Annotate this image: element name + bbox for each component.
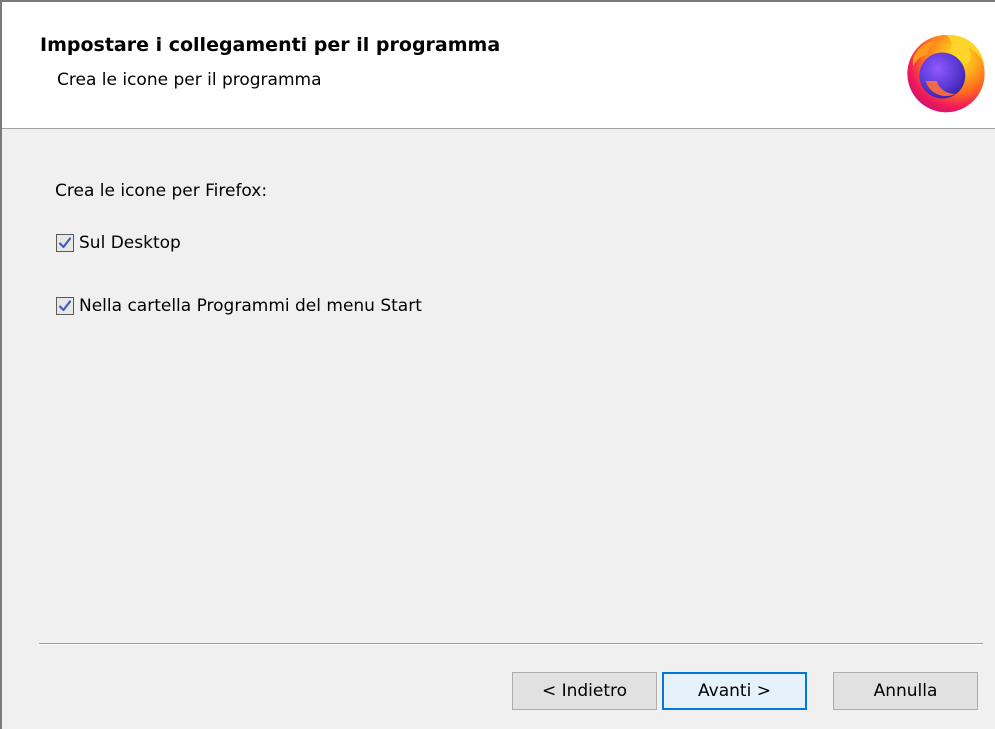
checkmark-icon <box>58 300 72 312</box>
checkmark-icon <box>58 237 72 249</box>
back-button[interactable]: < Indietro <box>512 672 657 710</box>
page-subtitle: Crea le icone per il programma <box>57 70 322 90</box>
start-menu-shortcut-checkbox[interactable] <box>56 297 74 315</box>
cancel-button[interactable]: Annulla <box>833 672 978 710</box>
desktop-shortcut-checkbox[interactable] <box>56 234 74 252</box>
start-menu-shortcut-option[interactable]: Nella cartella Programmi del menu Start <box>56 294 422 318</box>
header-banner: Impostare i collegamenti per il programm… <box>2 2 995 129</box>
installer-window: Impostare i collegamenti per il programm… <box>0 0 995 729</box>
footer-divider <box>39 643 983 645</box>
start-menu-shortcut-label[interactable]: Nella cartella Programmi del menu Start <box>79 296 422 316</box>
firefox-logo-icon <box>907 34 985 113</box>
desktop-shortcut-label[interactable]: Sul Desktop <box>79 233 181 253</box>
next-button[interactable]: Avanti > <box>662 672 807 710</box>
content-label: Crea le icone per Firefox: <box>55 181 268 201</box>
desktop-shortcut-option[interactable]: Sul Desktop <box>56 231 181 255</box>
page-title: Impostare i collegamenti per il programm… <box>40 34 501 56</box>
